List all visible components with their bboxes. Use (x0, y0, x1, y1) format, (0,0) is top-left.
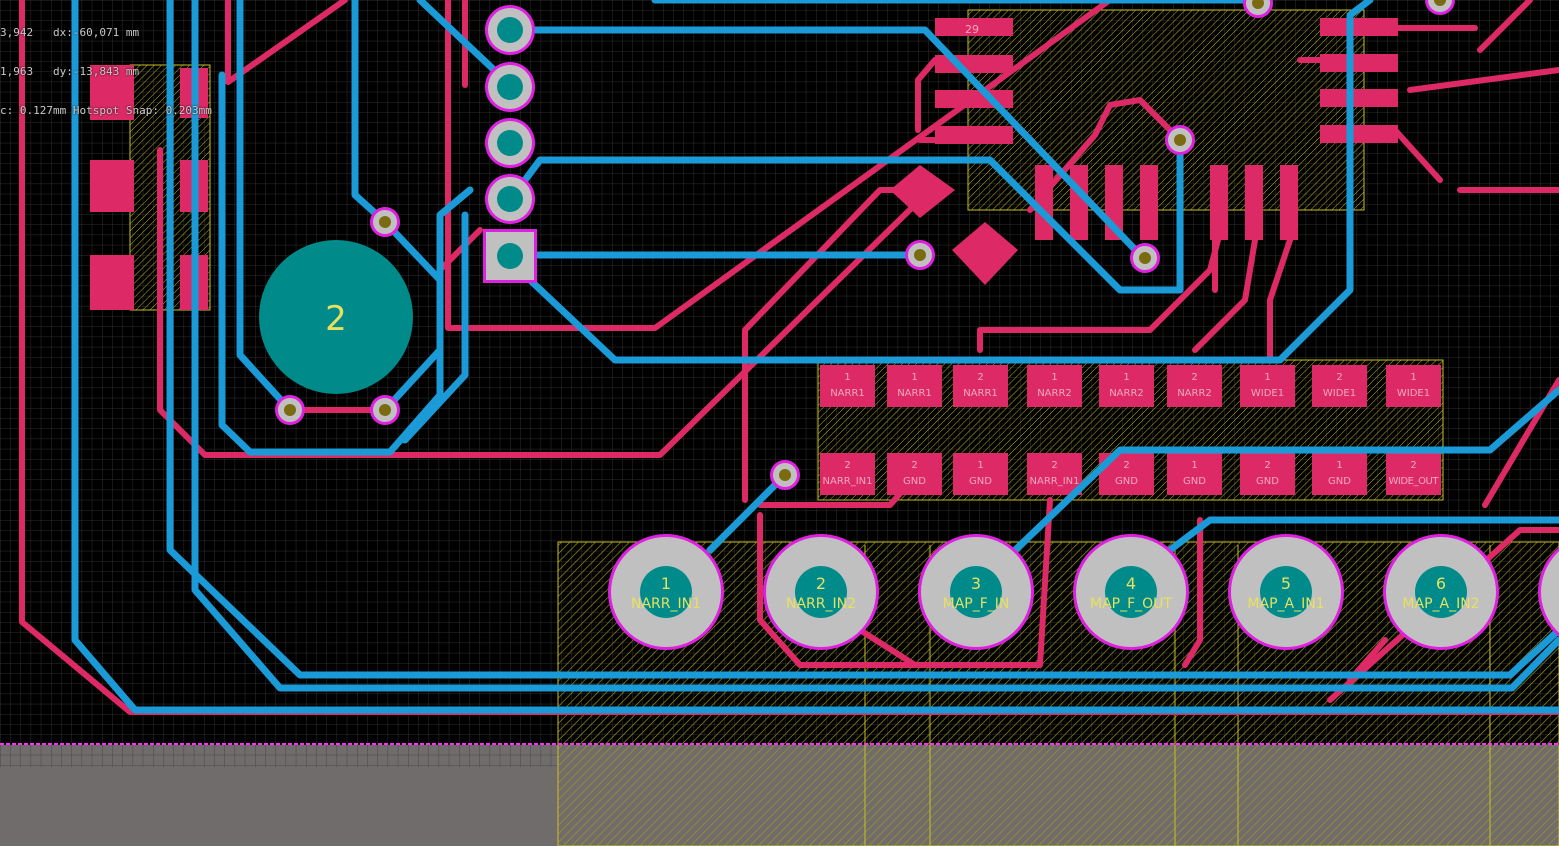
snap-info: c: 0.127mm Hotspot Snap: 0.203mm (0, 104, 212, 117)
coord-line-1: 3,942 dx:-60,071 mm (0, 26, 140, 39)
header-pin[interactable] (485, 62, 535, 112)
via[interactable] (370, 395, 400, 425)
smd-top-pad[interactable]: 1 NARR2 (1027, 365, 1082, 407)
connector-pad-number: 3 (971, 574, 981, 593)
smd-top-pad[interactable]: 1 NARR1 (820, 365, 875, 407)
smd-bottom-pad-net: GND (1256, 476, 1279, 487)
smd-top-pad-net: NARR2 (1177, 388, 1212, 399)
smd-bottom-pad[interactable]: 2 GND (1240, 453, 1295, 495)
via[interactable] (1165, 125, 1195, 155)
coord-line-2: 1,963 dy:-13,843 mm (0, 65, 140, 78)
smd-bottom-row[interactable]: 2 NARR_IN1 2 GND 1 GND 2 NARR_IN1 2 GND 1 GND 2 GND 1 G… (820, 453, 1441, 495)
smd-top-pad-number: 1 (1123, 372, 1129, 383)
smd-bottom-pad-net: GND (969, 476, 992, 487)
via[interactable] (770, 460, 800, 490)
via[interactable] (370, 207, 400, 237)
smd-bottom-pad[interactable]: 2 NARR_IN1 (820, 453, 875, 495)
connector-pad-6[interactable]: 6 MAP_A_IN2 (1383, 534, 1499, 650)
smd-bottom-pad[interactable]: 2 NARR_IN1 (1027, 453, 1082, 495)
smd-top-pad[interactable]: 1 NARR1 (887, 365, 942, 407)
smd-bottom-pad-net: GND (903, 476, 926, 487)
smd-top-pad-net: WIDE1 (1397, 388, 1430, 399)
connector-pad-net: MAP_A_IN1 (1247, 596, 1324, 612)
smd-top-pad[interactable]: 2 WIDE1 (1312, 365, 1367, 407)
smd-top-pad[interactable]: 2 NARR1 (953, 365, 1008, 407)
board-outside-grid (0, 745, 560, 767)
connector-pad-net: NARR_IN1 (631, 596, 701, 612)
smd-top-pad-net: WIDE1 (1323, 388, 1356, 399)
smd-top-pad[interactable]: 2 NARR2 (1167, 365, 1222, 407)
header-pin[interactable] (485, 5, 535, 55)
connector-pad-5[interactable]: 5 MAP_A_IN1 (1228, 534, 1344, 650)
smd-bottom-pad-number: 1 (977, 460, 983, 471)
connector-pad-number: 4 (1126, 574, 1136, 593)
smd-bottom-pad-number: 1 (1336, 460, 1342, 471)
via[interactable] (905, 240, 935, 270)
via[interactable] (1130, 243, 1160, 273)
connector-pad-number: 5 (1281, 574, 1291, 593)
smd-bottom-pad-net: NARR_IN1 (823, 476, 873, 487)
smd-top-pad-number: 2 (1336, 372, 1342, 383)
smd-top-pad-number: 2 (1191, 372, 1197, 383)
header-pin[interactable] (485, 174, 535, 224)
smd-bottom-pad-number: 2 (1123, 460, 1129, 471)
smd-bottom-pad[interactable]: 1 GND (1312, 453, 1367, 495)
smd-top-pad-net: WIDE1 (1251, 388, 1284, 399)
connector-pad-number: 2 (816, 574, 826, 593)
smd-top-row[interactable]: 1 NARR1 1 NARR1 2 NARR1 1 NARR2 1 NARR2 2 NARR2 1 WID… (820, 365, 1441, 407)
smd-bottom-pad-number: 2 (844, 460, 850, 471)
smd-bottom-pad-net: NARR_IN1 (1030, 476, 1080, 487)
smd-top-pad-number: 1 (1264, 372, 1270, 383)
smd-top-pad-number: 1 (1410, 372, 1416, 383)
big-pad-label: 2 (325, 299, 347, 339)
connector-pad-3[interactable]: 3 MAP_F_IN (918, 534, 1034, 650)
smd-bottom-pad-number: 2 (1051, 460, 1057, 471)
smd-bottom-pad-number: 2 (1410, 460, 1416, 471)
smd-bottom-pad[interactable]: 2 GND (887, 453, 942, 495)
connector-pad-2[interactable]: 2 NARR_IN2 (763, 534, 879, 650)
smd-bottom-pad[interactable]: 2 WIDE_OUT (1386, 453, 1441, 495)
smd-bottom-pad[interactable]: 1 GND (953, 453, 1008, 495)
smd-bottom-pad-net: WIDE_OUT (1389, 476, 1440, 487)
connector-pad-4[interactable]: 4 MAP_F_OUT (1073, 534, 1189, 650)
smd-top-pad-number: 2 (977, 372, 983, 383)
smd-bottom-pad-number: 1 (1191, 460, 1197, 471)
smd-top-pad-number: 1 (1051, 372, 1057, 383)
pcb-canvas[interactable]: 1 NARR1 1 NARR1 2 NARR1 1 NARR2 1 NARR2 2 NARR2 1 WID… (0, 0, 1559, 846)
smd-top-pad-net: NARR1 (897, 388, 932, 399)
connector-pad-net: MAP_F_IN (943, 596, 1010, 612)
smd-top-pad[interactable]: 1 WIDE1 (1386, 365, 1441, 407)
smd-top-pad-net: NARR2 (1037, 388, 1072, 399)
connector-pad-number: 1 (661, 574, 671, 593)
header-pin[interactable] (485, 118, 535, 168)
smd-bottom-pad-number: 2 (911, 460, 917, 471)
ic-pin-label: 29 (965, 23, 979, 36)
connector-pad-number: 6 (1436, 574, 1446, 593)
smd-bottom-pad-net: GND (1115, 476, 1138, 487)
header-pin-1-square[interactable] (483, 229, 537, 283)
smd-top-pad-net: NARR1 (963, 388, 998, 399)
connector-pad-net: MAP_F_OUT (1090, 596, 1172, 612)
connector-pad-net: NARR_IN2 (786, 596, 856, 612)
smd-bottom-pad-net: GND (1183, 476, 1206, 487)
smd-top-pad[interactable]: 1 NARR2 (1099, 365, 1154, 407)
coordinate-readout: 3,942 dx:-60,071 mm 1,963 dy:-13,843 mm … (0, 0, 212, 130)
smd-bottom-pad-number: 2 (1264, 460, 1270, 471)
smd-top-pad-net: NARR2 (1109, 388, 1144, 399)
smd-top-pad-number: 1 (844, 372, 850, 383)
connector-pad-1[interactable]: 1 NARR_IN1 (608, 534, 724, 650)
via[interactable] (275, 395, 305, 425)
smd-top-pad-net: NARR1 (830, 388, 865, 399)
smd-bottom-pad-net: GND (1328, 476, 1351, 487)
big-pad[interactable]: 2 (259, 240, 413, 394)
connector-pad-net: MAP_A_IN2 (1402, 596, 1479, 612)
smd-top-pad-number: 1 (911, 372, 917, 383)
smd-bottom-pad[interactable]: 1 GND (1167, 453, 1222, 495)
smd-top-pad[interactable]: 1 WIDE1 (1240, 365, 1295, 407)
